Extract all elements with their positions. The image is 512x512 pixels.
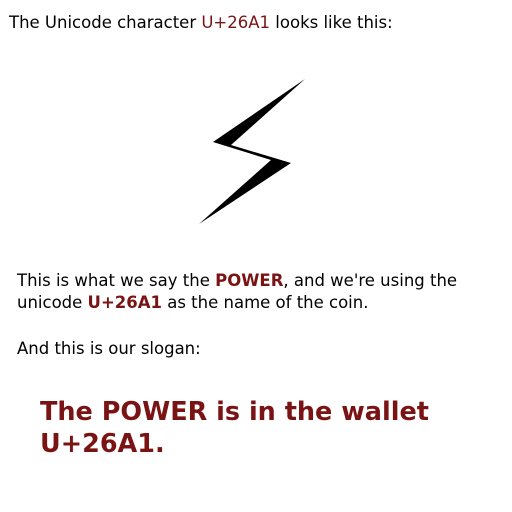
- power-highlight: POWER: [215, 271, 284, 290]
- description-line2-prefix: unicode: [17, 293, 88, 312]
- description-line-2: unicode U+26A1 as the name of the coin.: [17, 292, 368, 314]
- description-line-1: This is what we say the POWER, and we're…: [17, 270, 457, 292]
- lightning-bolt-icon: [195, 75, 310, 230]
- heading-line: The Unicode character U+26A1 looks like …: [9, 12, 393, 34]
- slogan-line-2: U+26A1.: [40, 429, 165, 459]
- slogan-line-1: The POWER is in the wallet: [40, 397, 429, 427]
- coin-code-highlight: U+26A1: [87, 293, 162, 312]
- description-line1-prefix: This is what we say the: [17, 271, 216, 290]
- heading-code: U+26A1: [201, 13, 271, 32]
- description-line1-suffix: , and we're using the: [283, 271, 458, 290]
- slogan-intro: And this is our slogan:: [17, 339, 201, 358]
- slogan: The POWER is in the wallet U+26A1.: [40, 396, 500, 460]
- heading-suffix: looks like this:: [270, 13, 393, 32]
- description-line2-suffix: as the name of the coin.: [161, 293, 369, 312]
- heading-prefix: The Unicode character: [9, 13, 202, 32]
